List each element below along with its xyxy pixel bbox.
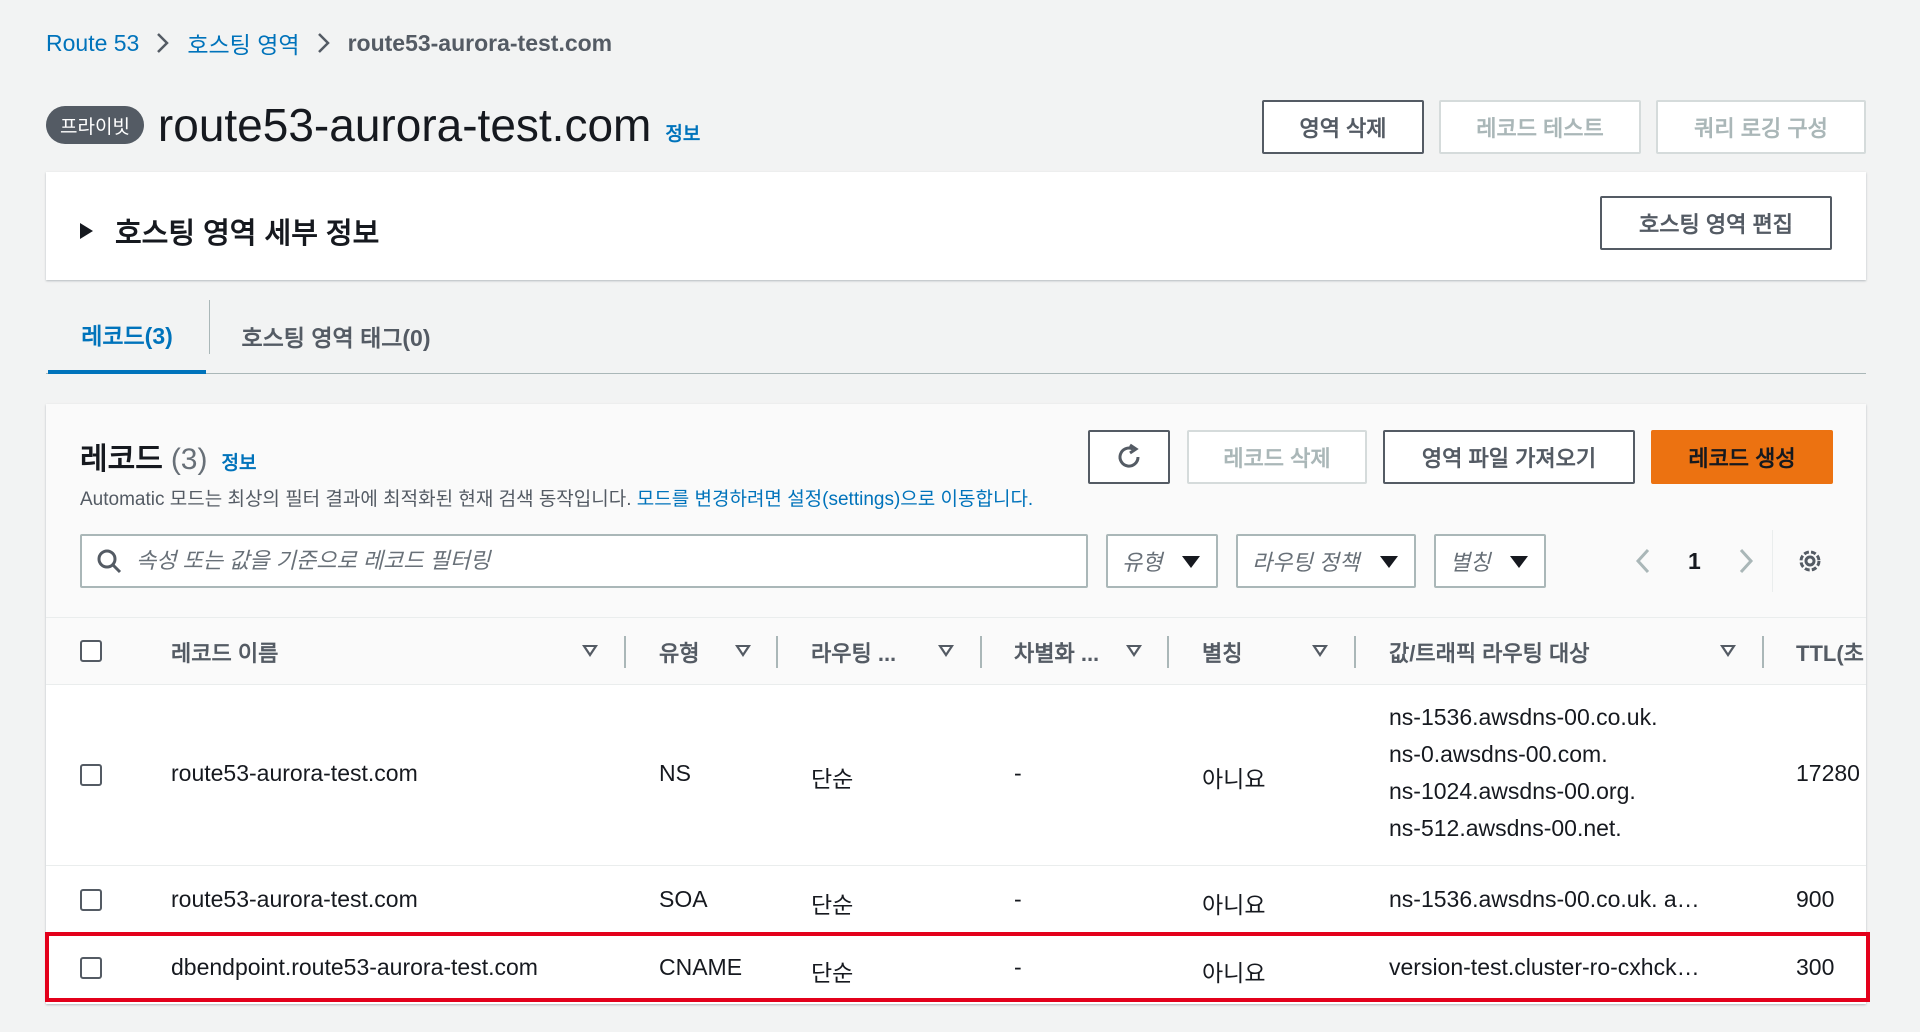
sort-icon[interactable] bbox=[1720, 645, 1736, 657]
records-description: Automatic 모드는 최상의 필터 결과에 최적화된 현재 검색 동작입니… bbox=[80, 489, 1034, 510]
record-value: ns-1536.awsdns-00.co.uk. a… bbox=[1389, 886, 1700, 912]
edit-hosted-zone-button[interactable]: 호스팅 영역 편집 bbox=[1600, 196, 1832, 250]
caret-down-icon bbox=[1380, 556, 1398, 568]
breadcrumb-route53[interactable]: Route 53 bbox=[46, 30, 139, 57]
table-row[interactable]: route53-aurora-test.com SOA 단순 - 아니요 ns-… bbox=[46, 866, 1866, 934]
refresh-button[interactable] bbox=[1088, 430, 1170, 484]
tab-records[interactable]: 레코드(3) bbox=[48, 298, 206, 374]
details-title: 호스팅 영역 세부 정보 bbox=[115, 218, 380, 250]
search-icon bbox=[97, 549, 122, 574]
breadcrumb-current: route53-aurora-test.com bbox=[347, 29, 613, 56]
details-toggle[interactable]: 호스팅 영역 세부 정보 bbox=[80, 210, 379, 252]
breadcrumb-hosted-zones[interactable]: 호스팅 영역 bbox=[187, 26, 299, 60]
sort-icon[interactable] bbox=[735, 645, 751, 657]
page-title: route53-aurora-test.com bbox=[157, 99, 652, 151]
chevron-right-icon bbox=[139, 32, 187, 54]
settings-link[interactable]: 모드를 변경하려면 설정(settings)으로 이동합니다. bbox=[637, 489, 1033, 510]
select-all-checkbox[interactable] bbox=[80, 640, 102, 662]
record-differentiator: - bbox=[1014, 886, 1022, 912]
col-record-name[interactable]: 레코드 이름 bbox=[171, 618, 278, 686]
record-type: NS bbox=[659, 760, 691, 786]
caret-right-icon bbox=[80, 223, 93, 239]
records-title: 레코드 (3) 정보 bbox=[80, 443, 257, 476]
create-record-button[interactable]: 레코드 생성 bbox=[1651, 430, 1833, 484]
col-alias[interactable]: 별칭 bbox=[1202, 618, 1242, 686]
tab-tags[interactable]: 호스팅 영역 태그(0) bbox=[226, 298, 446, 374]
caret-down-icon bbox=[1510, 556, 1528, 568]
import-zone-file-button[interactable]: 영역 파일 가져오기 bbox=[1383, 430, 1635, 484]
table-row[interactable]: route53-aurora-test.com NS 단순 - 아니요 ns-1… bbox=[46, 685, 1866, 866]
breadcrumb: Route 53 호스팅 영역 route53-aurora-test.com bbox=[46, 26, 612, 60]
info-link[interactable]: 정보 bbox=[665, 119, 700, 146]
routing-filter-dropdown[interactable]: 라우팅 정책 bbox=[1236, 534, 1416, 588]
records-info-link[interactable]: 정보 bbox=[221, 448, 256, 475]
page-header: 프라이빗 route53-aurora-test.com 정보 bbox=[46, 98, 700, 152]
delete-zone-button[interactable]: 영역 삭제 bbox=[1262, 100, 1424, 154]
record-ttl: 17280 bbox=[1796, 760, 1860, 786]
refresh-icon bbox=[1118, 443, 1140, 468]
chevron-right-icon bbox=[300, 32, 348, 54]
query-logging-button[interactable]: 쿼리 로깅 구성 bbox=[1656, 100, 1866, 154]
hosted-zone-details-panel: 호스팅 영역 세부 정보 호스팅 영역 편집 bbox=[46, 172, 1866, 280]
record-name[interactable]: route53-aurora-test.com bbox=[171, 760, 418, 787]
caret-down-icon bbox=[1182, 556, 1200, 568]
delete-record-button[interactable]: 레코드 삭제 bbox=[1187, 430, 1367, 484]
col-ttl[interactable]: TTL(초 bbox=[1796, 618, 1864, 686]
gear-icon[interactable] bbox=[1796, 547, 1824, 575]
tab-bar: 레코드(3) 호스팅 영역 태그(0) bbox=[46, 298, 1866, 374]
records-count: (3) bbox=[170, 443, 208, 476]
record-name[interactable]: route53-aurora-test.com bbox=[171, 886, 418, 913]
chevron-right-icon[interactable] bbox=[1735, 547, 1755, 575]
tab-divider bbox=[209, 300, 210, 354]
col-differentiator[interactable]: 차별화 ... bbox=[1014, 618, 1099, 686]
sort-icon[interactable] bbox=[938, 645, 954, 657]
search-input[interactable] bbox=[136, 548, 1036, 574]
alias-filter-dropdown[interactable]: 별칭 bbox=[1434, 534, 1546, 588]
record-alias: 아니요 bbox=[1202, 766, 1266, 792]
pagination: 1 bbox=[1634, 534, 1755, 588]
record-value: ns-1536.awsdns-00.co.uk. ns-0.awsdns-00.… bbox=[1389, 704, 1658, 841]
chevron-left-icon[interactable] bbox=[1634, 547, 1654, 575]
sort-icon[interactable] bbox=[1126, 645, 1142, 657]
private-badge: 프라이빗 bbox=[46, 106, 144, 144]
row-checkbox[interactable] bbox=[80, 764, 102, 786]
record-type: SOA bbox=[659, 886, 708, 912]
row-checkbox[interactable] bbox=[80, 889, 102, 911]
col-value[interactable]: 값/트래픽 라우팅 대상 bbox=[1389, 618, 1590, 686]
sort-icon[interactable] bbox=[1312, 645, 1328, 657]
record-differentiator: - bbox=[1014, 760, 1022, 786]
col-type[interactable]: 유형 bbox=[659, 618, 699, 686]
sort-icon[interactable] bbox=[582, 645, 598, 657]
record-filter[interactable] bbox=[80, 534, 1088, 588]
highlight-box bbox=[45, 932, 1870, 1002]
record-ttl: 900 bbox=[1796, 886, 1835, 912]
record-routing: 단순 bbox=[811, 892, 854, 918]
table-header: 레코드 이름 유형 라우팅 ... 차별화 ... 별칭 값/트래픽 라우팅 대… bbox=[46, 617, 1866, 685]
record-alias: 아니요 bbox=[1202, 892, 1266, 918]
type-filter-dropdown[interactable]: 유형 bbox=[1106, 534, 1218, 588]
records-panel: 레코드 (3) 정보 Automatic 모드는 최상의 필터 결과에 최적화된… bbox=[46, 404, 1866, 1004]
page-number[interactable]: 1 bbox=[1688, 548, 1701, 575]
col-routing[interactable]: 라우팅 ... bbox=[811, 618, 896, 686]
test-record-button[interactable]: 레코드 테스트 bbox=[1439, 100, 1641, 154]
record-routing: 단순 bbox=[811, 766, 854, 792]
